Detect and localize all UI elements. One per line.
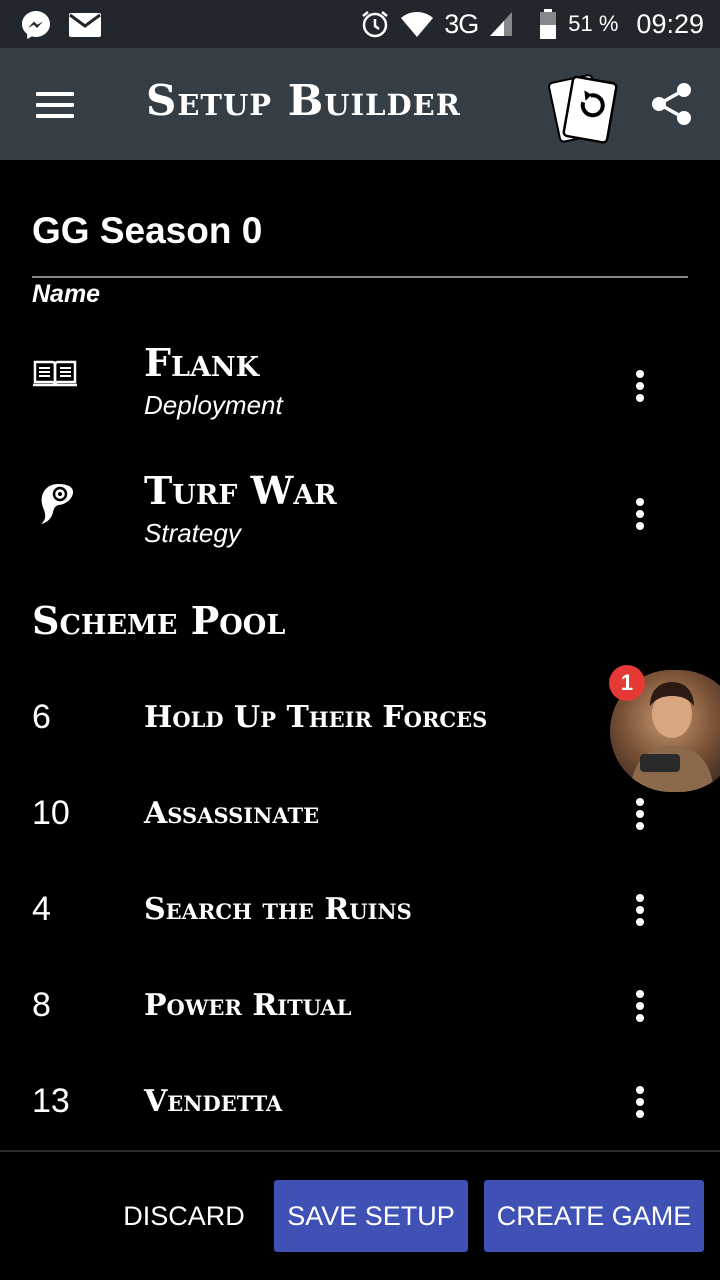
deployment-row[interactable]: Flank Deployment	[0, 340, 720, 430]
wifi-icon	[401, 12, 434, 37]
setup-name-field[interactable]: GG Season 0	[32, 210, 262, 252]
notification-badge: 1	[609, 665, 645, 701]
clock: 09:29	[636, 8, 704, 39]
scheme-pool-heading: Scheme Pool	[32, 598, 286, 643]
scheme-more-button[interactable]	[620, 984, 660, 1028]
network-type: 3G	[444, 8, 479, 39]
scheme-title: Search the Ruins	[144, 892, 412, 927]
reset-cards-button[interactable]	[548, 70, 620, 146]
ram-head-icon	[41, 484, 73, 524]
more-vert-icon	[636, 1086, 644, 1094]
name-underline	[32, 276, 688, 278]
scheme-number: 8	[32, 986, 51, 1024]
messenger-icon	[22, 11, 50, 39]
scheme-number: 6	[32, 698, 51, 736]
page-title: Setup Builder	[146, 76, 461, 125]
strategy-title: Turf War	[144, 468, 337, 513]
more-vert-icon	[636, 370, 644, 378]
bottom-divider	[0, 1150, 720, 1152]
book-icon	[33, 360, 77, 387]
scheme-title: Assassinate	[144, 796, 320, 831]
strategy-subtitle: Strategy	[144, 518, 241, 548]
strategy-more-button[interactable]	[620, 492, 660, 536]
name-label: Name	[32, 280, 101, 308]
discard-button[interactable]: DISCARD	[112, 1180, 256, 1252]
share-icon	[652, 83, 691, 125]
deployment-subtitle: Deployment	[144, 390, 283, 420]
deployment-title: Flank	[144, 340, 260, 385]
share-button[interactable]	[650, 82, 694, 126]
scheme-more-button[interactable]	[620, 1080, 660, 1124]
scheme-row[interactable]: 8 Power Ritual	[0, 982, 720, 1032]
more-vert-icon	[636, 798, 644, 806]
menu-button[interactable]	[36, 92, 74, 118]
app-bar: Setup Builder	[0, 48, 720, 160]
scheme-title: Hold Up Their Forces	[144, 700, 488, 735]
scheme-number: 4	[32, 890, 51, 928]
create-game-button[interactable]: CREATE GAME	[484, 1180, 704, 1252]
scheme-more-button[interactable]	[620, 792, 660, 836]
battery-percent: 51 %	[568, 11, 619, 36]
scheme-row[interactable]: 10 Assassinate	[0, 790, 720, 840]
scheme-row[interactable]: 4 Search the Ruins	[0, 886, 720, 936]
mail-icon	[69, 13, 101, 37]
scheme-title: Power Ritual	[144, 988, 352, 1023]
scheme-number: 10	[32, 794, 70, 832]
deployment-more-button[interactable]	[620, 364, 660, 408]
scheme-title: Vendetta	[144, 1084, 283, 1119]
menu-icon	[36, 92, 74, 96]
strategy-row[interactable]: Turf War Strategy	[0, 468, 720, 558]
system-indicators: 3G 51 % 09:29	[360, 8, 704, 40]
more-vert-icon	[636, 498, 644, 506]
alarm-icon	[362, 11, 389, 38]
scheme-row[interactable]: 13 Vendetta	[0, 1078, 720, 1128]
battery-icon	[540, 9, 557, 39]
scheme-more-button[interactable]	[620, 888, 660, 932]
more-vert-icon	[636, 990, 644, 998]
status-bar: 3G 51 % 09:29	[0, 0, 720, 48]
notification-icons	[20, 9, 102, 41]
card-undo-icon	[548, 74, 618, 144]
scheme-number: 13	[32, 1082, 70, 1120]
more-vert-icon	[636, 894, 644, 902]
signal-icon	[490, 12, 513, 36]
save-setup-button[interactable]: SAVE SETUP	[274, 1180, 468, 1252]
